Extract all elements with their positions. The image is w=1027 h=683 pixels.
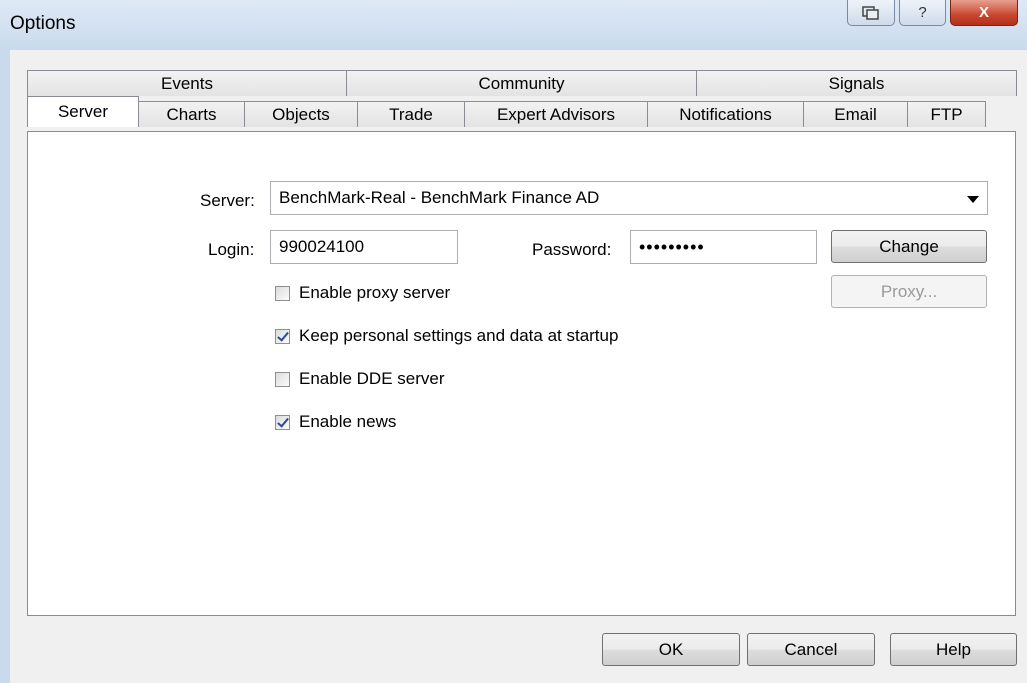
enable-dde-label: Enable DDE server: [299, 369, 445, 388]
help-button[interactable]: Help: [890, 633, 1017, 666]
restore-icon[interactable]: [847, 0, 895, 26]
login-value: 990024100: [279, 237, 365, 256]
enable-proxy-row[interactable]: Enable proxy server: [275, 283, 450, 303]
keep-settings-checkbox[interactable]: [275, 328, 290, 344]
change-button[interactable]: Change: [831, 230, 987, 263]
tab-events[interactable]: Events: [27, 70, 347, 96]
server-combo[interactable]: BenchMark-Real - BenchMark Finance AD: [270, 181, 988, 215]
keep-settings-row[interactable]: Keep personal settings and data at start…: [275, 326, 618, 346]
enable-news-checkbox[interactable]: [275, 414, 290, 430]
ok-button[interactable]: OK: [602, 633, 740, 666]
help-glyph: ?: [918, 4, 927, 21]
server-value: BenchMark-Real - BenchMark Finance AD: [279, 188, 600, 207]
password-label: Password:: [532, 240, 612, 259]
window-title: Options: [10, 13, 76, 34]
enable-news-row[interactable]: Enable news: [275, 412, 396, 432]
tab-signals[interactable]: Signals: [696, 70, 1017, 96]
enable-news-label: Enable news: [299, 412, 397, 431]
server-label: Server:: [200, 191, 255, 210]
close-icon[interactable]: X: [950, 0, 1018, 26]
proxy-button[interactable]: Proxy...: [831, 275, 987, 308]
options-dialog: Options ? X Events Community Signals Ser…: [0, 0, 1027, 683]
tab-expert-advisors[interactable]: Expert Advisors: [464, 101, 648, 127]
enable-proxy-label: Enable proxy server: [299, 283, 451, 302]
title-bar: Options ? X: [0, 0, 1027, 50]
help-icon[interactable]: ?: [899, 0, 946, 26]
enable-dde-checkbox[interactable]: [275, 371, 290, 387]
login-field[interactable]: 990024100: [270, 230, 458, 264]
tab-trade[interactable]: Trade: [357, 101, 465, 127]
tab-notifications[interactable]: Notifications: [647, 101, 804, 127]
tab-row-top: Events Community Signals: [27, 70, 1017, 96]
tab-objects[interactable]: Objects: [244, 101, 358, 127]
tab-email[interactable]: Email: [803, 101, 908, 127]
cancel-button[interactable]: Cancel: [747, 633, 875, 666]
password-value: •••••••••: [639, 236, 705, 257]
enable-dde-row[interactable]: Enable DDE server: [275, 369, 445, 389]
tab-row-bottom: Server Charts Objects Trade Expert Advis…: [27, 96, 986, 127]
tab-community[interactable]: Community: [346, 70, 697, 96]
enable-proxy-checkbox[interactable]: [275, 285, 290, 301]
window-frame-edge: [0, 50, 10, 683]
password-field[interactable]: •••••••••: [630, 230, 817, 264]
keep-settings-label: Keep personal settings and data at start…: [299, 326, 619, 345]
server-tab-panel: Server: BenchMark-Real - BenchMark Finan…: [27, 131, 1016, 616]
tab-charts[interactable]: Charts: [138, 101, 245, 127]
chevron-down-icon[interactable]: [967, 196, 979, 203]
tab-ftp[interactable]: FTP: [907, 101, 986, 127]
login-label: Login:: [208, 240, 255, 259]
tab-server[interactable]: Server: [27, 96, 139, 127]
close-glyph: X: [978, 4, 989, 21]
